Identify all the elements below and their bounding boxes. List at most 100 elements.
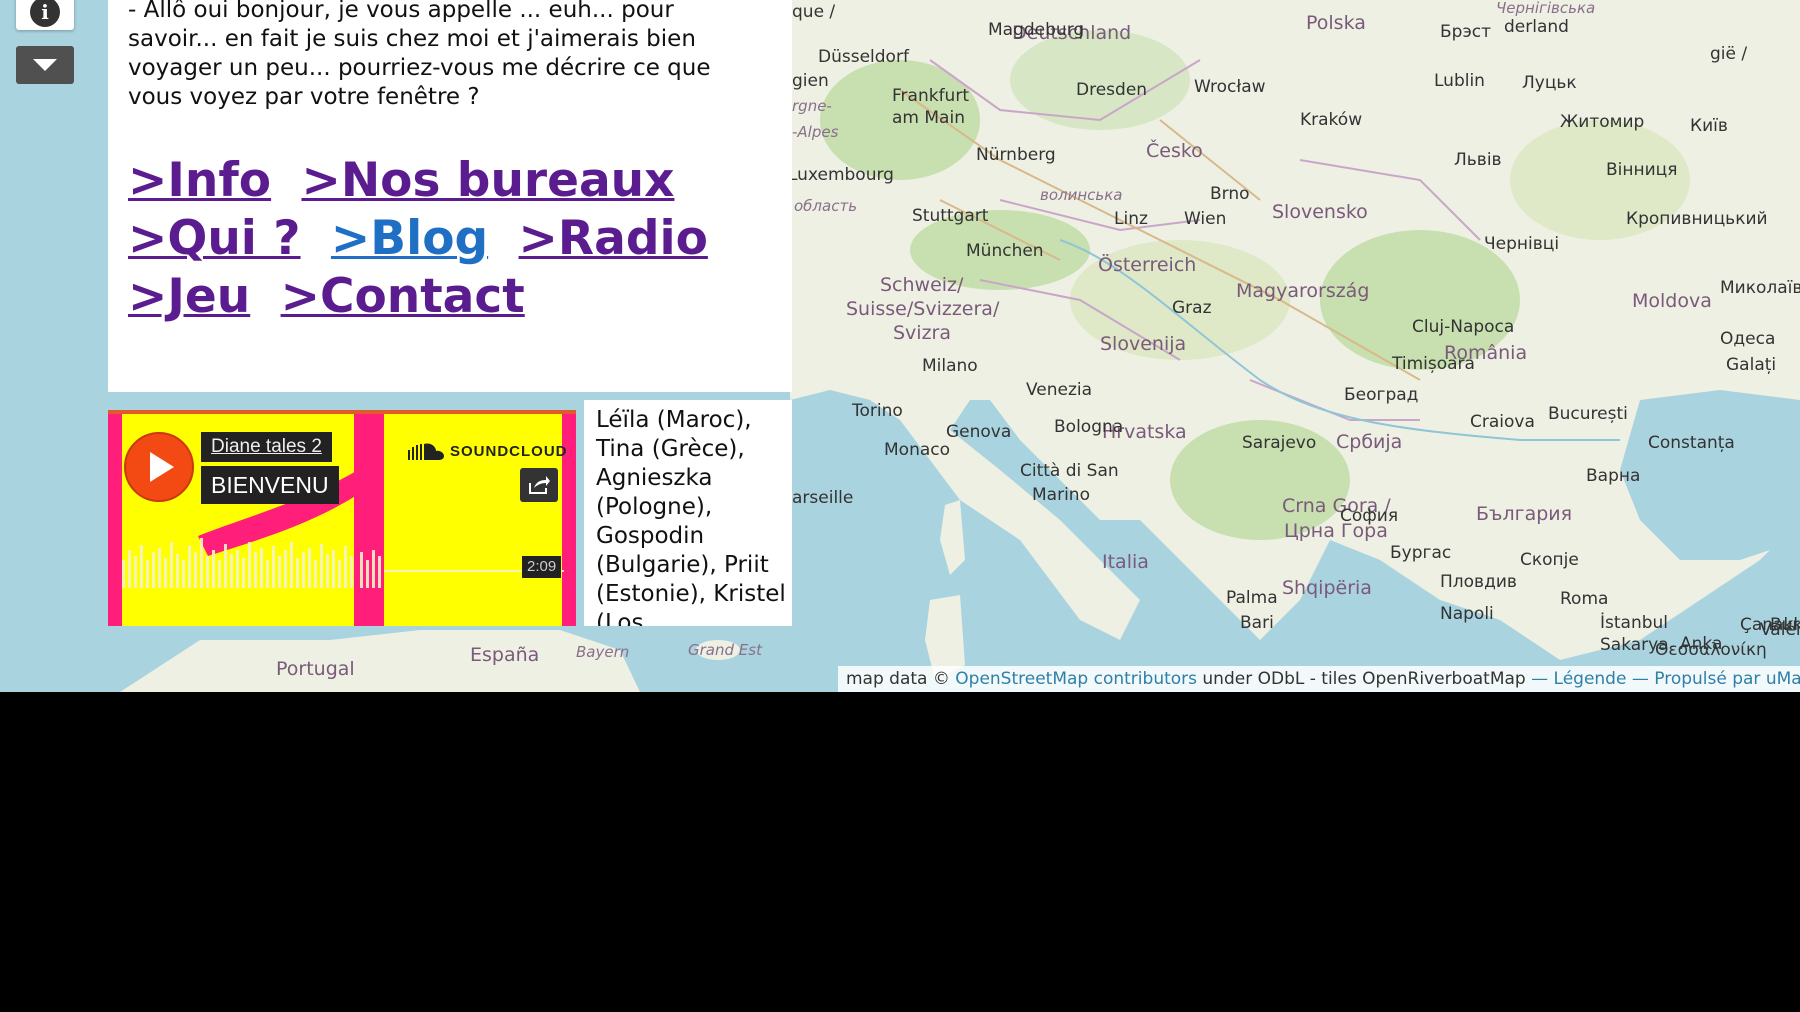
- map-label-city: İstanbul: [1600, 613, 1669, 633]
- map-label-city: derland: [1504, 17, 1569, 37]
- share-button[interactable]: [520, 468, 558, 502]
- map-label-city: Nürnberg: [976, 145, 1056, 165]
- collapse-toggle-button[interactable]: [16, 46, 74, 84]
- map-label-region: Bayern: [576, 643, 630, 661]
- map-label-country: Suisse/Svizzera/: [846, 298, 1000, 320]
- info-icon: i: [30, 0, 60, 27]
- map-label-city: Одеса: [1720, 329, 1776, 349]
- map-label-city: Wien: [1184, 209, 1227, 229]
- map-label-country: Magyarország: [1236, 280, 1370, 302]
- nav-link-qui[interactable]: >Qui ?: [128, 211, 301, 266]
- map-label-city: Napoli: [1440, 604, 1494, 624]
- attribution-middle: under ODbL - tiles OpenRiverboatMap: [1202, 669, 1526, 689]
- map-label-city: Linz: [1114, 209, 1148, 229]
- map-label-city: Craiova: [1470, 412, 1535, 432]
- soundcloud-player[interactable]: Diane tales 2 BIENVENU SOUNDCLOUD 2:09: [108, 410, 576, 626]
- land-iberia: [120, 630, 640, 692]
- map-label-city: Sakarya: [1600, 635, 1669, 655]
- map-label-city: Dresden: [1076, 80, 1148, 100]
- map-label-city: Bologna: [1054, 417, 1124, 437]
- map-label-city: Torino: [852, 401, 903, 421]
- map-label-city: arseille: [792, 488, 854, 508]
- map-label-city: Magdeburg: [988, 20, 1085, 40]
- intro-text: - Allô oui bonjour, je vous appelle ... …: [128, 0, 711, 110]
- info-button[interactable]: i: [16, 0, 74, 30]
- soundcloud-logo[interactable]: SOUNDCLOUD: [408, 442, 568, 460]
- map-label-city: Stuttgart: [912, 206, 989, 226]
- play-icon: [150, 452, 174, 482]
- map-label-country: Italia: [1102, 551, 1149, 573]
- map-label-city: Кропивницький: [1626, 209, 1768, 229]
- map-label-city: Galați: [1726, 355, 1777, 375]
- map-label-country: Србија: [1336, 431, 1403, 453]
- map-label-country: Svizra: [893, 322, 952, 344]
- map-label-city: Anka: [1680, 634, 1723, 654]
- map-label-city: Wrocław: [1194, 77, 1266, 97]
- map-label-country: Moldova: [1632, 290, 1712, 312]
- map-label-city: Миколаїв: [1720, 278, 1800, 298]
- participants-text: Léïla (Maroc), Tina (Grèce), Agnieszka (…: [596, 407, 786, 626]
- map-label-city: Kraków: [1300, 110, 1363, 130]
- map-label-city: gië /: [1710, 44, 1748, 64]
- map-label-country: България: [1476, 503, 1573, 525]
- map-label-city: am Main: [892, 108, 965, 128]
- soundcloud-cloud-icon: [408, 443, 444, 460]
- map-label-region: волинська: [1040, 186, 1123, 204]
- legend-link[interactable]: — Légende: [1531, 669, 1626, 689]
- map-label-city: Bari: [1240, 613, 1274, 633]
- map-label-region: Чернігівська: [1496, 0, 1596, 17]
- share-icon: [529, 476, 550, 494]
- map-attribution: map data © OpenStreetMap contributors un…: [838, 666, 1800, 692]
- map-label-city: Житомир: [1560, 112, 1645, 132]
- map-label-city: Пловдив: [1440, 572, 1517, 592]
- map-label-city: Луцьк: [1522, 73, 1577, 93]
- map-label-country: España: [470, 644, 540, 666]
- map-label-city: Milano: [922, 356, 978, 376]
- umap-link[interactable]: — Propulsé par uMap: [1632, 669, 1800, 689]
- nav-link-blog[interactable]: >Blog: [331, 211, 488, 266]
- map-label-country: Polska: [1306, 12, 1366, 34]
- map-label-city: Скопје: [1520, 550, 1579, 570]
- nav-link-radio[interactable]: >Radio: [519, 211, 708, 266]
- map-label-city: Palma: [1226, 588, 1278, 608]
- osm-contributors-link[interactable]: OpenStreetMap contributors: [955, 669, 1197, 689]
- map-label-country: Schweiz/: [880, 274, 964, 296]
- map-label-city: Београд: [1344, 385, 1419, 405]
- map-label-city: Frankfurt: [892, 86, 969, 106]
- map-label-city: Genova: [946, 422, 1012, 442]
- map-label-city: Бургас: [1390, 543, 1452, 563]
- track-duration: 2:09: [522, 556, 562, 578]
- map-label-city: Брэст: [1440, 22, 1492, 42]
- play-button[interactable]: [124, 432, 194, 502]
- map-label-region: область: [794, 197, 858, 215]
- track-artist[interactable]: Diane tales 2: [201, 432, 332, 462]
- content-panel: - Allô oui bonjour, je vous appelle ... …: [108, 0, 792, 392]
- map-label-city: Düsseldorf: [818, 47, 909, 67]
- map-label-region: rgne-: [792, 97, 832, 115]
- map-label-city: València: [1760, 620, 1800, 640]
- map-label-city: София: [1340, 506, 1399, 526]
- track-title[interactable]: BIENVENU: [201, 466, 339, 504]
- map-label-country: Česko: [1146, 140, 1203, 162]
- map-label-city: Cluj-Napoca: [1412, 317, 1515, 337]
- map-label-city: Luxembourg: [788, 165, 894, 185]
- nav-links: >Info >Nos bureaux >Qui ? >Blog >Radio >…: [128, 152, 788, 326]
- participants-box: Léïla (Maroc), Tina (Grèce), Agnieszka (…: [584, 400, 792, 626]
- map-label-city: Вінниця: [1606, 160, 1678, 180]
- nav-link-info[interactable]: >Info: [128, 153, 271, 208]
- map-label-region: -Alpes: [792, 123, 839, 141]
- map-label-country: Slovenija: [1100, 333, 1187, 355]
- map-label-region: Grand Est: [688, 641, 762, 659]
- map-label-city: Варна: [1586, 466, 1641, 486]
- map-label-city: München: [966, 241, 1044, 261]
- map-label-city: Sarajevo: [1242, 433, 1317, 453]
- map-label-city: București: [1548, 404, 1628, 424]
- map-label-city: Lublin: [1434, 71, 1485, 91]
- map-label-city: Constanța: [1648, 433, 1735, 453]
- nav-link-contact[interactable]: >Contact: [281, 269, 525, 324]
- map-label-city: Roma: [1560, 589, 1609, 609]
- nav-link-jeu[interactable]: >Jeu: [128, 269, 250, 324]
- map-label-country: Slovensko: [1272, 201, 1368, 223]
- map-label-city: Monaco: [884, 440, 951, 460]
- nav-link-nos-bureaux[interactable]: >Nos bureaux: [301, 153, 674, 208]
